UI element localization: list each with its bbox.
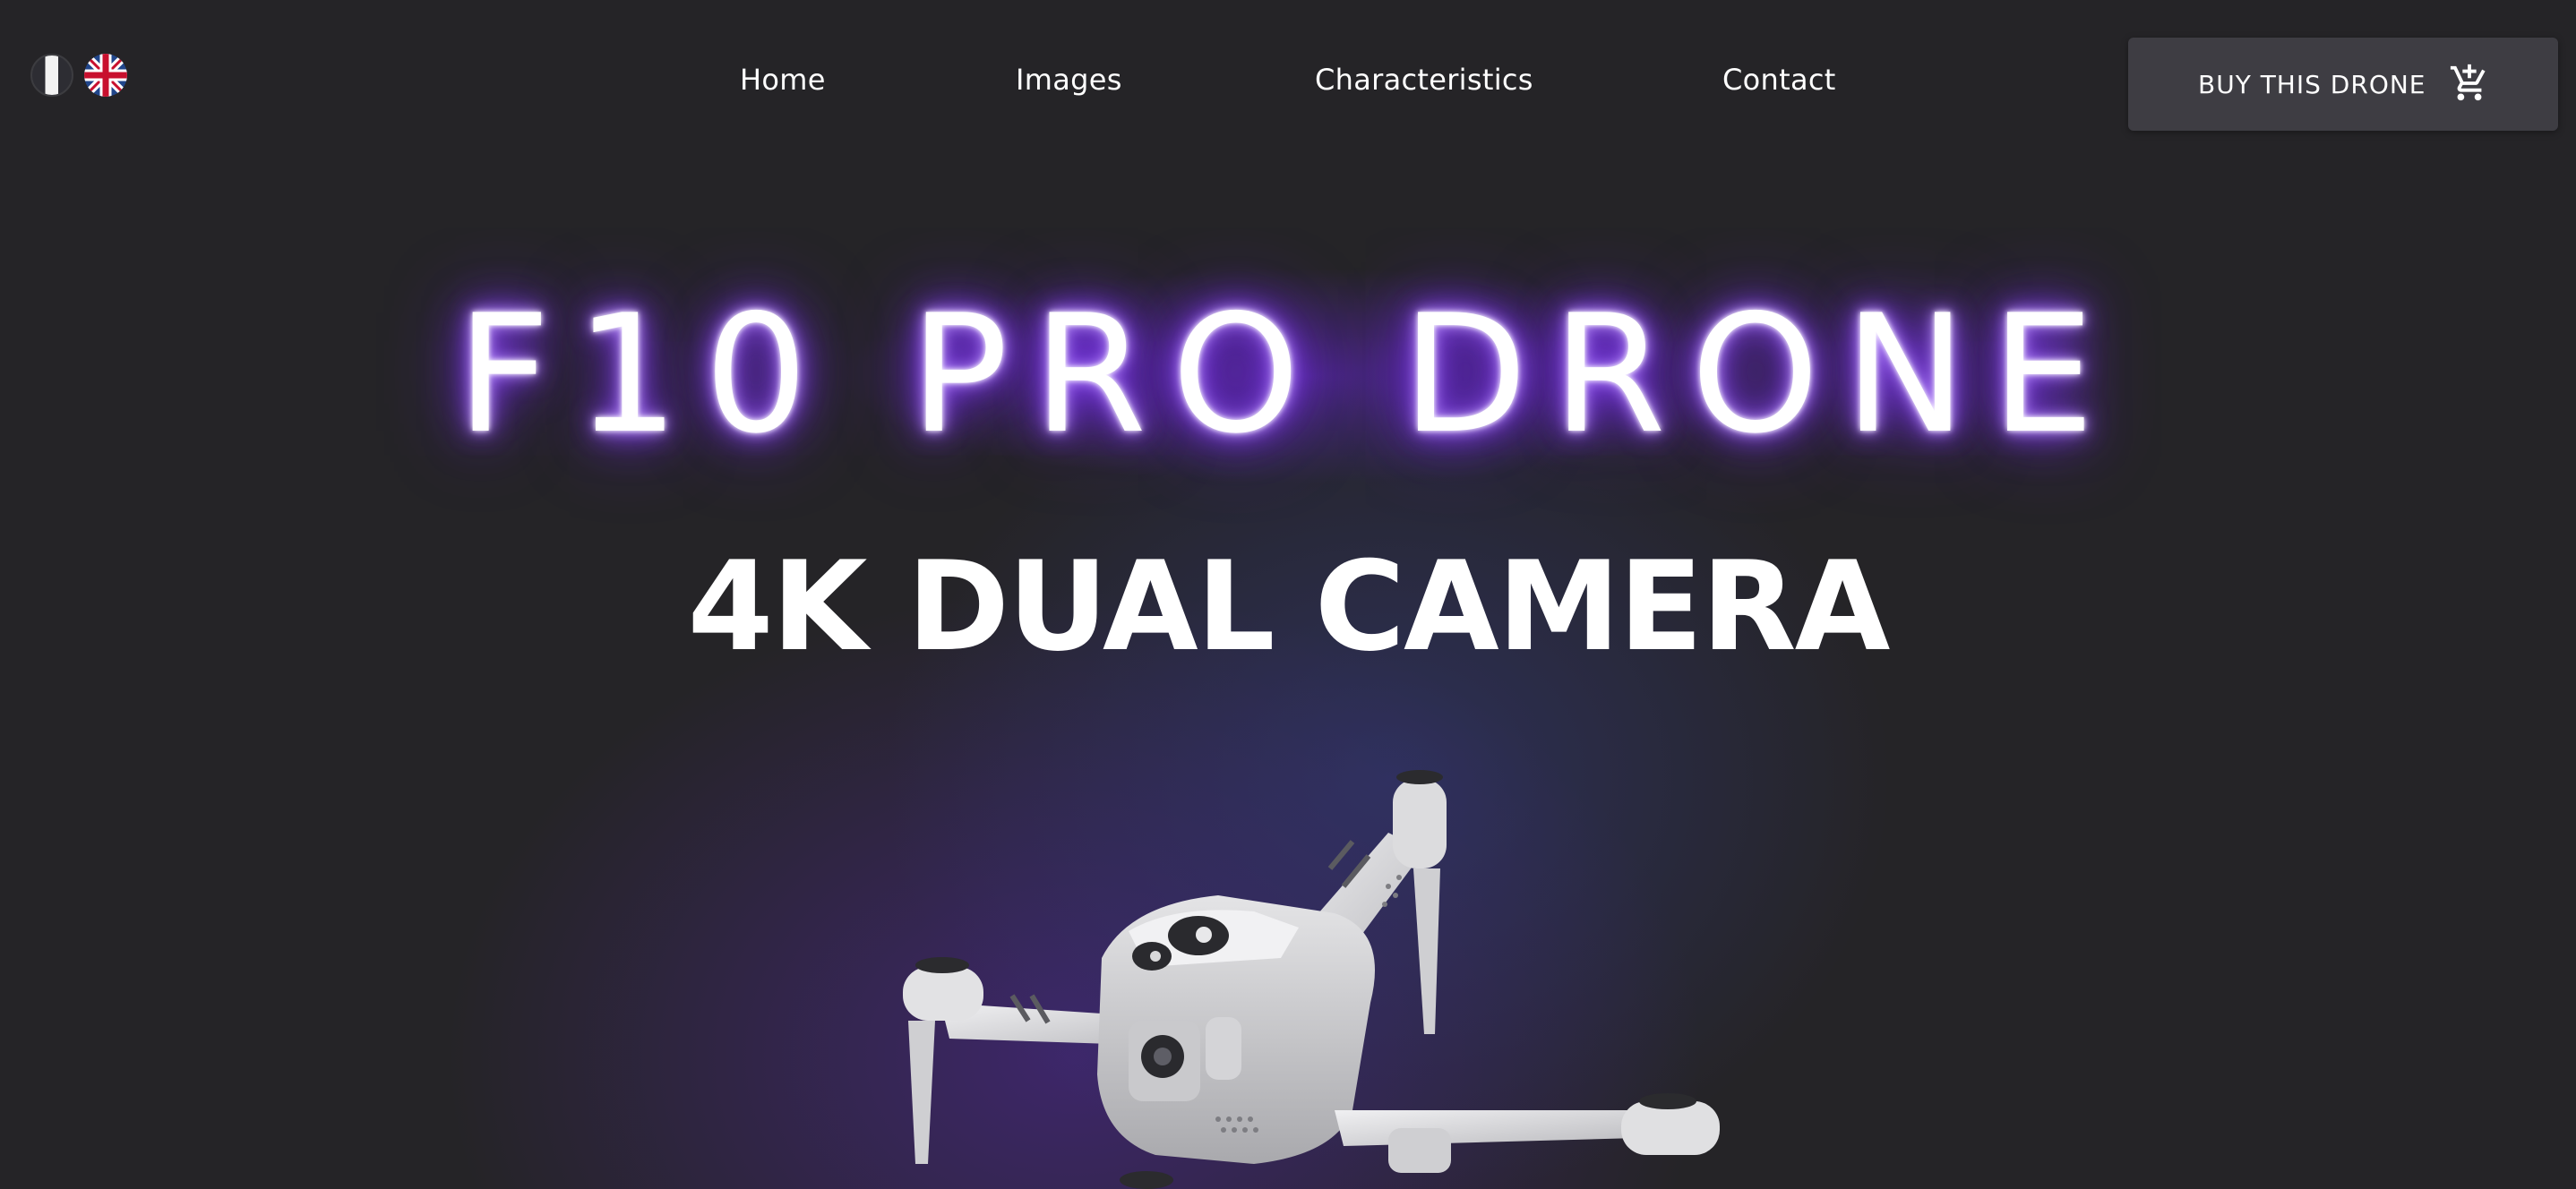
- buy-this-drone-button[interactable]: BUY THIS DRONE: [2128, 38, 2558, 131]
- hero-title: F10 PRO DRONE: [456, 279, 2120, 469]
- page: Home Images Characteristics Contact BUY …: [0, 0, 2576, 1189]
- nav-characteristics-link[interactable]: Characteristics: [1315, 63, 1533, 97]
- drone-image: [903, 770, 1720, 1189]
- hero-subtitle: 4K DUAL CAMERA: [687, 535, 1891, 679]
- nav-home-link[interactable]: Home: [740, 63, 826, 97]
- buy-button-label: BUY THIS DRONE: [2198, 69, 2426, 99]
- add-to-cart-icon: [2450, 64, 2486, 101]
- nav-contact-link[interactable]: Contact: [1722, 63, 1836, 97]
- nav-images-link[interactable]: Images: [1016, 63, 1122, 97]
